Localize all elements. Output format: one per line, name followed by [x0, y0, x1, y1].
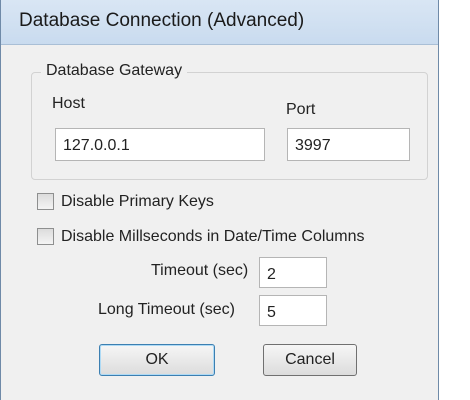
database-gateway-group: [31, 72, 428, 180]
disable-milliseconds-label[interactable]: Disable Millseconds in Date/Time Columns: [61, 228, 365, 246]
long-timeout-input[interactable]: 5: [259, 295, 327, 326]
host-input[interactable]: 127.0.0.1: [55, 128, 265, 161]
window-title: Database Connection (Advanced): [19, 10, 305, 31]
ok-button[interactable]: OK: [99, 344, 215, 376]
database-gateway-group-title: Database Gateway: [41, 62, 188, 80]
timeout-label: Timeout (sec): [151, 262, 249, 279]
host-label: Host: [52, 95, 85, 112]
long-timeout-label: Long Timeout (sec): [98, 301, 235, 318]
disable-primary-keys-label[interactable]: Disable Primary Keys: [61, 193, 214, 211]
disable-milliseconds-checkbox[interactable]: Disable Millseconds in Date/Time Columns: [37, 228, 402, 248]
disable-primary-keys-checkbox[interactable]: Disable Primary Keys: [37, 193, 237, 213]
title-bar[interactable]: Database Connection (Advanced): [1, 0, 438, 45]
disable-primary-keys-checkbox-box[interactable]: [37, 193, 54, 210]
port-label: Port: [286, 101, 316, 118]
disable-milliseconds-checkbox-box[interactable]: [37, 228, 54, 245]
cancel-button[interactable]: Cancel: [263, 344, 357, 376]
database-connection-dialog: Database Connection (Advanced) Database …: [0, 0, 439, 400]
port-input[interactable]: 3997: [287, 128, 410, 161]
timeout-input[interactable]: 2: [259, 257, 327, 288]
